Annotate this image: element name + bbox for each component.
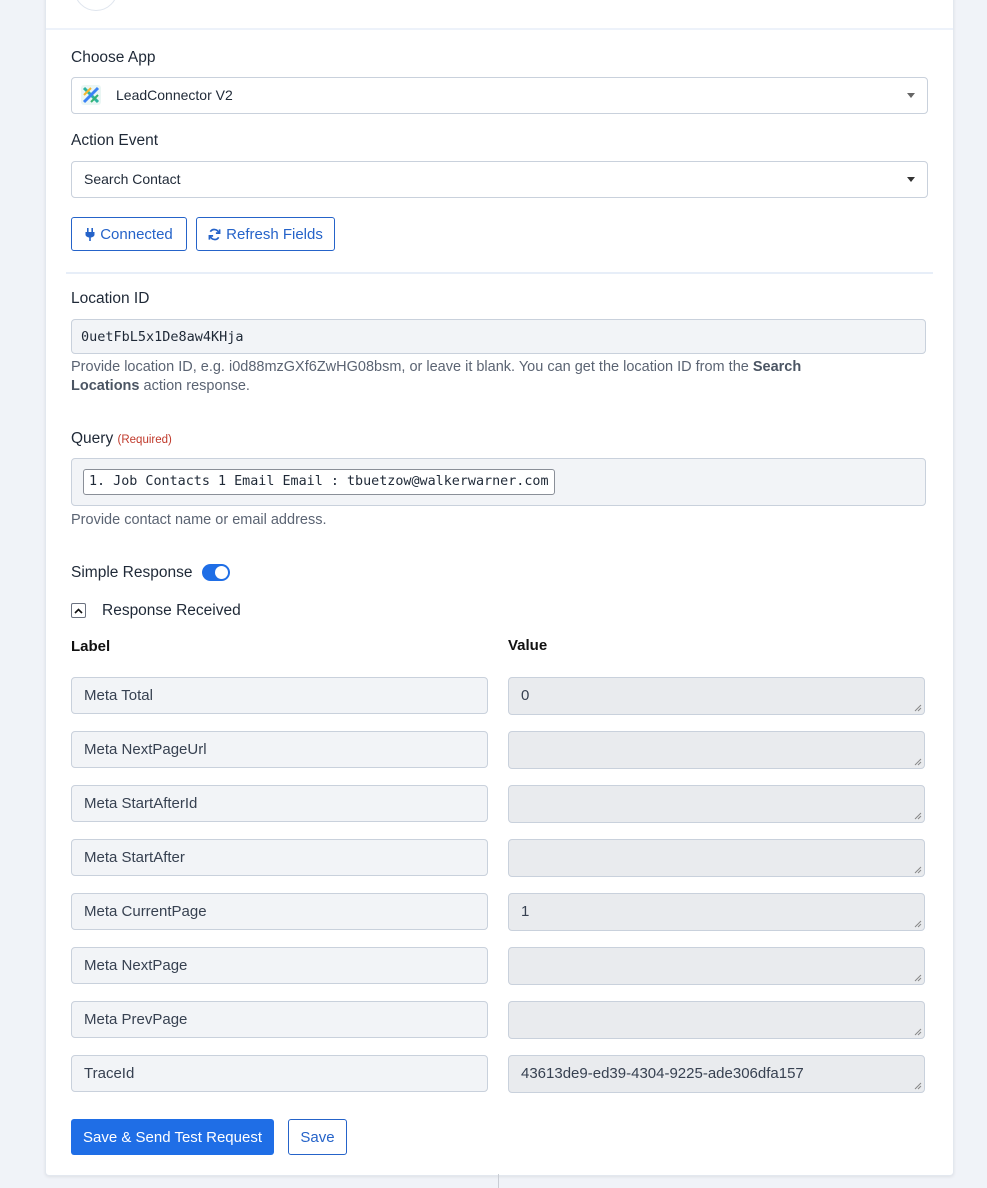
action-event-label: Action Event: [71, 132, 159, 149]
resize-grip-icon: [914, 920, 922, 928]
response-received-title: Response Received: [102, 602, 241, 619]
query-help: Provide contact name or email address.: [71, 512, 327, 528]
refresh-fields-label: Refresh Fields: [226, 225, 323, 243]
chevron-down-icon: [907, 177, 915, 182]
location-id-label: Location ID: [71, 290, 150, 307]
collapse-button[interactable]: [71, 603, 86, 618]
header-divider: [46, 28, 953, 30]
choose-app-select[interactable]: LeadConnector V2: [71, 77, 928, 114]
choose-app-label: Choose App: [71, 49, 156, 66]
resize-grip-icon: [914, 1082, 922, 1090]
chevron-down-icon: [907, 93, 915, 98]
action-config-card: Choose App LeadConnector V2 Action Event…: [45, 0, 954, 1176]
resize-grip-icon: [914, 974, 922, 982]
save-and-send-test-request-button[interactable]: Save & Send Test Request: [71, 1119, 274, 1155]
location-id-input[interactable]: 0uetFbL5x1De8aw4KHja: [71, 319, 926, 354]
resize-grip-icon: [914, 812, 922, 820]
label-column-header: Label: [71, 638, 111, 655]
response-row-value[interactable]: [508, 731, 925, 769]
plug-icon: [85, 227, 95, 241]
response-row-value[interactable]: [508, 1001, 925, 1039]
response-row-value[interactable]: [508, 839, 925, 877]
connected-label: Connected: [100, 225, 173, 243]
location-id-value: 0uetFbL5x1De8aw4KHja: [81, 329, 244, 345]
response-row-value[interactable]: [508, 785, 925, 823]
response-row-value[interactable]: 1: [508, 893, 925, 931]
response-row-label[interactable]: Meta NextPageUrl: [71, 731, 488, 768]
save-button[interactable]: Save: [288, 1119, 347, 1155]
response-row-label[interactable]: Meta PrevPage: [71, 1001, 488, 1038]
required-indicator: (Required): [117, 434, 172, 446]
resize-grip-icon: [914, 704, 922, 712]
action-event-select[interactable]: Search Contact: [71, 161, 928, 198]
choose-app-value: LeadConnector V2: [116, 87, 233, 103]
response-row-value[interactable]: [508, 947, 925, 985]
leadconnector-logo-icon: [81, 85, 101, 105]
resize-grip-icon: [914, 758, 922, 766]
response-row-value[interactable]: 0: [508, 677, 925, 715]
chevron-up-icon: [74, 607, 83, 614]
step-avatar: [74, 0, 118, 11]
response-row-label[interactable]: Meta Total: [71, 677, 488, 714]
refresh-fields-button[interactable]: Refresh Fields: [196, 217, 335, 251]
value-column-header: Value: [508, 637, 548, 654]
section-divider: [66, 272, 933, 274]
flow-connector-line: [498, 1174, 499, 1188]
resize-grip-icon: [914, 1028, 922, 1036]
response-row-value[interactable]: 43613de9-ed39-4304-9225-ade306dfa157: [508, 1055, 925, 1093]
response-row-label[interactable]: Meta StartAfter: [71, 839, 488, 876]
response-row-label[interactable]: TraceId: [71, 1055, 488, 1092]
query-token-chip[interactable]: 1. Job Contacts 1 Email Email : tbuetzow…: [83, 469, 555, 495]
resize-grip-icon: [914, 866, 922, 874]
connected-button[interactable]: Connected: [71, 217, 187, 251]
query-input[interactable]: 1. Job Contacts 1 Email Email : tbuetzow…: [71, 458, 926, 506]
toggle-knob: [215, 566, 228, 579]
simple-response-toggle[interactable]: [202, 564, 230, 581]
action-event-value: Search Contact: [84, 171, 181, 187]
response-row-label[interactable]: Meta NextPage: [71, 947, 488, 984]
refresh-icon: [208, 228, 221, 240]
query-label: Query (Required): [71, 430, 172, 447]
simple-response-label: Simple Response: [71, 564, 193, 581]
response-row-label[interactable]: Meta CurrentPage: [71, 893, 488, 930]
location-id-help: Provide location ID, e.g. i0d88mzGXf6ZwH…: [71, 359, 802, 394]
response-row-label[interactable]: Meta StartAfterId: [71, 785, 488, 822]
